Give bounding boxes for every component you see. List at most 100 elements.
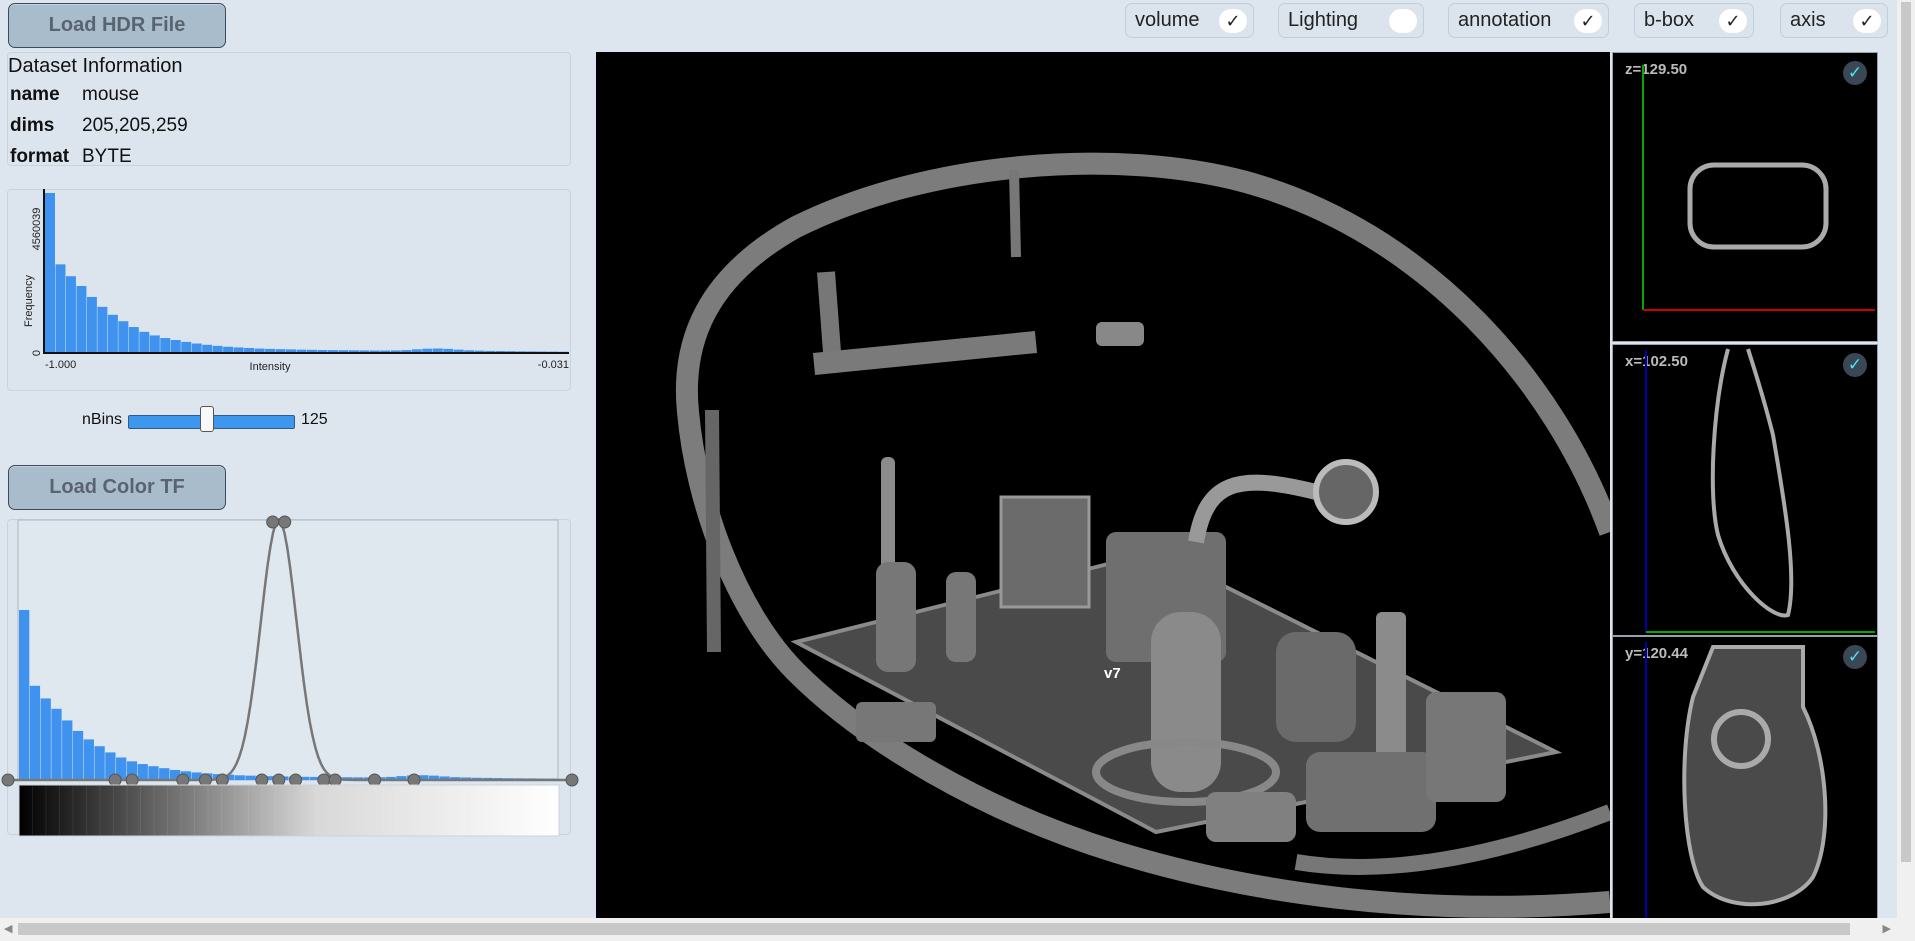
load-color-tf-button[interactable]: Load Color TF [8,465,226,510]
histogram-bar [160,338,171,353]
tf-histogram-bar [62,720,73,780]
tf-histogram-bar [19,610,30,780]
annotation-toggle-label: annotation [1458,9,1552,31]
tf-control-point[interactable] [215,773,229,787]
slice-view-z[interactable]: z=129.50 ✓ [1612,52,1878,342]
tf-control-point[interactable] [266,515,280,529]
component [1206,792,1296,842]
tf-histogram-bar [40,698,51,780]
horizontal-scrollbar-thumb[interactable] [18,923,1850,935]
histogram-bar [118,321,129,353]
histogram-x-axis-label: Intensity [250,361,291,373]
histogram-bar [170,340,181,353]
dataset-value: 205,205,259 [82,115,188,136]
nbins-value: 125 [301,411,328,428]
histogram-bar [181,341,192,353]
transfer-function-editor[interactable] [0,510,580,840]
histogram-bar [128,327,139,353]
component [1376,612,1406,762]
scroll-left-icon[interactable]: ◀ [4,922,12,935]
slice-y-image [1645,642,1828,919]
inner-wall [1009,169,1021,258]
volume-toggle[interactable]: volume ✓ [1125,3,1254,38]
tf-histogram-bar [137,764,148,780]
annotation-toggle[interactable]: annotation ✓ [1448,3,1609,38]
component [856,702,936,742]
tf-control-point[interactable] [198,773,212,787]
vertical-scrollbar-thumb[interactable] [1901,2,1911,862]
tf-control-point[interactable] [407,773,421,787]
tf-control-point[interactable] [565,773,579,787]
scroll-right-icon[interactable]: ▶ [1883,922,1891,935]
component [1306,752,1436,832]
component [876,562,916,672]
component [1276,632,1356,742]
histogram-xmin-label: -1.000 [45,359,76,371]
histogram-bar [97,306,108,353]
inner-wall [705,409,721,653]
tf-histogram-bar [51,708,62,780]
histogram-bar [45,193,55,353]
annotation-check-icon[interactable]: ✓ [1574,9,1602,33]
volume-render-viewport[interactable]: v7 [596,52,1610,918]
load-hdr-file-button[interactable]: Load HDR File [8,3,226,48]
nbins-slider-thumb[interactable] [199,406,214,432]
volume-toggle-label: volume [1135,9,1200,31]
histogram-bar [139,331,150,353]
tf-control-point[interactable] [278,515,292,529]
tf-histogram-bar [94,746,105,780]
dataset-value: mouse [82,84,140,105]
histogram-y-axis-label: Frequency [23,275,35,327]
tf-control-point[interactable] [1,773,15,787]
tf-histogram-bar [245,775,256,780]
horizontal-scrollbar[interactable]: ◀ ▶ [0,918,1915,941]
histogram-ymax-label: 4560039 [31,208,43,251]
lighting-toggle[interactable]: Lighting [1278,3,1424,38]
tf-control-point[interactable] [125,773,139,787]
histogram-bar [107,314,118,353]
dataset-info-title: Dataset Information [8,55,183,77]
vertical-scrollbar[interactable] [1897,0,1915,918]
component [1151,612,1221,792]
tf-histogram-bar [234,775,245,780]
inner-wall [817,271,841,353]
histogram-bar [191,343,202,353]
axis-check-icon[interactable]: ✓ [1853,9,1881,33]
dataset-key: dims [10,115,55,136]
slice-view-y[interactable]: y=120.44 ✓ [1612,636,1878,920]
component [999,495,1091,609]
dataset-row-format: format BYTE [10,146,132,168]
tf-control-point[interactable] [272,773,286,787]
bbox-check-icon[interactable]: ✓ [1719,9,1747,33]
histogram-bar [65,276,76,353]
dataset-value: BYTE [82,146,132,167]
sensor [1313,459,1379,525]
dataset-key: name [10,84,60,105]
annotation-label: v7 [1104,665,1121,682]
slice-x-image [1645,348,1875,633]
tf-control-point[interactable] [289,773,303,787]
axis-toggle-label: axis [1790,9,1826,31]
chip [1096,322,1144,346]
dataset-key: format [10,146,70,167]
dataset-row-dims: dims 205,205,259 [10,115,188,137]
axis-toggle[interactable]: axis ✓ [1780,3,1888,38]
lighting-check-icon[interactable] [1389,9,1417,33]
volume-check-icon[interactable]: ✓ [1219,9,1247,33]
histogram-bar [202,344,213,353]
component [1426,692,1506,802]
tf-control-point[interactable] [328,773,342,787]
tf-control-point[interactable] [368,773,382,787]
dataset-row-name: name mouse [10,84,139,106]
component [946,572,976,662]
slice-view-x[interactable]: x=102.50 ✓ [1612,344,1878,636]
histogram-bar [212,345,223,353]
tf-histogram-bar [29,685,41,780]
nbins-label: nBins [82,411,123,428]
tf-control-point[interactable] [176,773,190,787]
bbox-toggle[interactable]: b-box ✓ [1634,3,1754,38]
tf-control-point[interactable] [108,773,122,787]
bbox-toggle-label: b-box [1644,9,1695,31]
tf-control-point[interactable] [255,773,269,787]
tf-control-point[interactable] [317,773,331,787]
